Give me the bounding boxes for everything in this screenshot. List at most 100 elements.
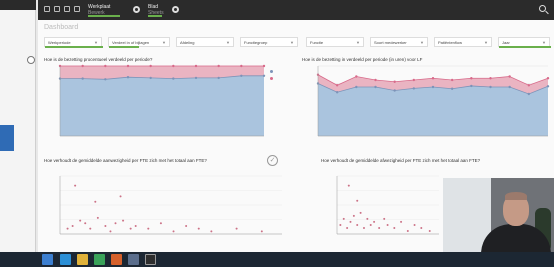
filter-label: Patiëntenflow [438,40,463,45]
filter-selected-bar [499,46,551,48]
data-point-series-1 [240,74,243,77]
filter-verdeel[interactable]: Verdeel in of bijlagen ▼ [108,37,170,48]
data-point-series-1 [508,85,511,89]
scatter-point [366,217,369,220]
background-window-blue-panel [0,125,14,151]
search-icon[interactable] [539,5,546,12]
scatter-point [185,224,188,227]
store-icon[interactable] [94,254,105,265]
filter-label: Afdeling [180,40,195,45]
scatter-point [420,226,423,229]
windows-start-icon[interactable] [42,254,53,265]
legend-marker-series-2 [270,77,273,80]
chevron-down-icon: ▼ [290,40,294,45]
data-point-series-2 [412,78,416,82]
data-point-series-1 [81,77,84,80]
scatter-point [119,195,122,198]
data-point-series-1 [217,76,220,80]
scatter-point [89,227,92,230]
filter-label: Verdeel in of bijlagen [112,40,150,45]
data-point-series-1 [450,87,454,90]
app-selector[interactable]: Werkplaat Bewerk [84,3,120,18]
data-point-series-2 [81,64,84,68]
filter-label: Soort medewerker [374,40,407,45]
chart-area-percentage[interactable] [46,62,266,144]
chevron-down-icon: ▼ [356,40,360,45]
legend-marker-series-1 [270,70,273,73]
filter-jaar[interactable]: Jaar ▼ [498,37,551,48]
app-icon-dark[interactable] [145,254,156,265]
chart-title-absence: Hoe verhoudt de gemiddelde afwezigheid p… [321,158,481,163]
data-point-series-1 [194,76,198,80]
data-point-series-1 [393,89,396,92]
filter-afdeling[interactable]: Afdeling ▼ [176,37,234,47]
scatter-point [413,223,416,226]
data-point-series-2 [527,84,531,87]
chart-scatter-absence[interactable] [323,172,443,242]
data-point-series-1 [527,92,531,96]
filter-functie[interactable]: Functie ▼ [306,37,364,47]
navigate-icon[interactable] [74,6,80,12]
scatter-point [159,222,162,225]
filter-functiegroep[interactable]: Functiegroep ▼ [240,37,298,47]
chevron-down-icon: ▼ [94,40,98,45]
filter-patientenflow[interactable]: Patiëntenflow ▼ [434,37,492,47]
chevron-down-icon: ▼ [226,40,230,45]
scatter-point [134,224,137,227]
data-point-series-2 [126,64,130,68]
scatter-point [129,227,132,230]
scatter-point [342,217,345,220]
data-point-series-1 [262,74,266,77]
scatter-point [197,227,200,230]
app-icon-grey[interactable] [128,254,139,265]
scatter-point [386,223,389,226]
scatter-point [362,226,365,229]
settings-icon[interactable] [133,6,140,13]
background-window [0,0,36,252]
scatter-point [104,224,107,227]
data-point-series-2 [194,64,198,68]
scatter-point [393,226,396,229]
data-point-series-2 [355,75,358,78]
data-point-series-1 [149,76,152,80]
chevron-down-icon: ▼ [484,40,488,45]
app-selector-indicator [88,15,120,17]
sheet-settings-icon[interactable] [172,6,179,13]
forward-icon[interactable] [64,6,70,12]
data-point-series-2 [508,75,511,78]
chart-scatter-presence[interactable] [46,172,286,242]
filter-selected-bar [45,46,103,48]
filter-label: Functie [310,40,324,45]
sheet-selector-indicator [148,15,162,17]
scatter-point [406,229,409,232]
filter-werkperiode[interactable]: Werkperiode ▼ [44,37,103,48]
scatter-point [235,227,238,230]
chevron-down-icon: ▼ [420,40,424,45]
area-series-1 [318,83,548,136]
app-icon-orange[interactable] [111,254,122,265]
chart-area-hours[interactable] [304,62,550,144]
data-point-series-1 [470,84,473,88]
data-point-series-2 [149,64,152,68]
background-window-control[interactable] [27,56,35,64]
internet-explorer-icon[interactable] [60,254,71,265]
file-explorer-icon[interactable] [77,254,88,265]
data-point-series-1 [546,85,550,88]
scatter-point [378,226,381,229]
scatter-point [109,230,112,233]
area-series-1 [60,75,264,136]
scatter-point [349,220,352,223]
scatter-point [260,230,263,233]
data-point-series-1 [172,77,175,80]
filter-soort-medewerker[interactable]: Soort medewerker ▼ [370,37,428,47]
sheet-selector[interactable]: Blad Sheets [144,3,168,18]
scatter-point [94,200,97,203]
data-point-series-2 [470,77,473,80]
back-icon[interactable] [54,6,60,12]
webcam-person-hair [505,192,527,200]
scatter-point [66,227,69,230]
menu-icon[interactable] [44,6,50,12]
data-point-series-1 [412,87,416,90]
data-point-series-1 [431,85,435,89]
check-circle-icon[interactable]: ✓ [267,155,278,166]
